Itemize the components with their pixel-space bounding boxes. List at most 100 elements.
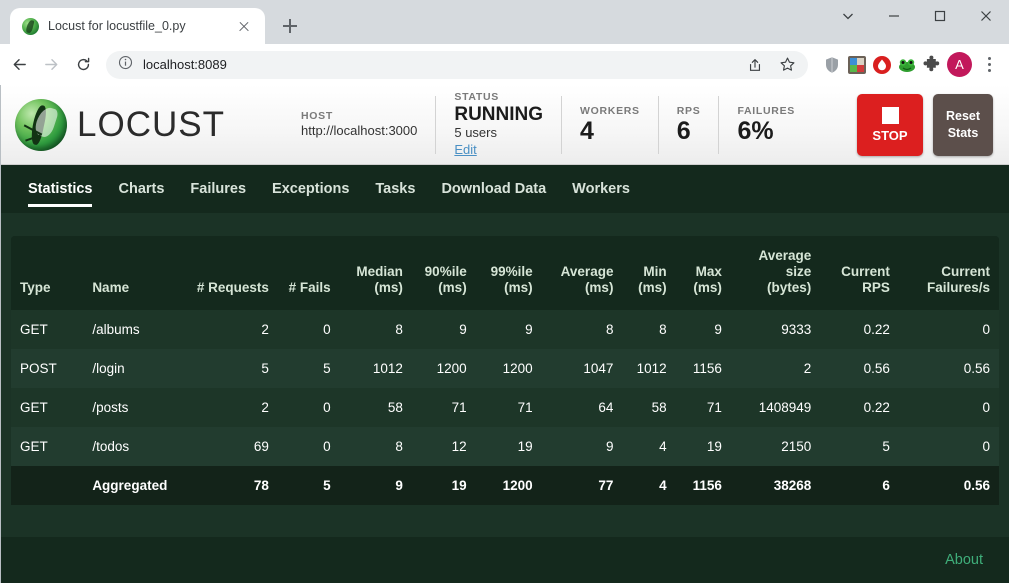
cell-type: GET — [20, 438, 48, 454]
cell-p99: 9 — [525, 321, 533, 337]
reset-label-line2: Stats — [947, 125, 979, 140]
site-info-icon[interactable] — [118, 55, 133, 75]
tab-exceptions[interactable]: Exceptions — [259, 165, 362, 213]
adblock-icon[interactable] — [872, 55, 892, 75]
forward-arrow-icon[interactable] — [36, 50, 66, 80]
address-bar[interactable]: localhost:8089 — [106, 50, 808, 80]
col-current-rps[interactable]: Current RPS — [820, 236, 899, 310]
kebab-menu-icon[interactable] — [977, 52, 1001, 78]
col-type[interactable]: Type — [11, 236, 84, 310]
cell-name: Aggregated — [92, 477, 168, 493]
stat-host-value: http://localhost:3000 — [301, 122, 418, 138]
tab-failures[interactable]: Failures — [177, 165, 259, 213]
stat-failures-label: FAILURES — [737, 104, 795, 117]
col-max[interactable]: Max (ms) — [675, 236, 731, 310]
tab-statistics-label: Statistics — [28, 181, 93, 197]
col-average[interactable]: Average (ms) — [541, 236, 623, 310]
stop-button[interactable]: STOP — [857, 93, 923, 156]
stat-workers-value: 4 — [580, 116, 594, 145]
cell-fails: 5 — [323, 477, 331, 493]
col-requests[interactable]: # Requests — [184, 236, 278, 310]
tab-failures-label: Failures — [190, 181, 247, 197]
cell-average: 8 — [605, 321, 614, 337]
reset-label-line1: Reset — [945, 108, 981, 123]
cell-median: 58 — [387, 399, 403, 415]
col-avg-size[interactable]: Average size (bytes) — [730, 236, 821, 310]
minimize-button[interactable] — [871, 0, 917, 32]
share-icon[interactable] — [740, 50, 770, 80]
col-p90[interactable]: 90%ile (ms) — [411, 236, 476, 310]
col-fails[interactable]: # Fails — [277, 236, 340, 310]
back-arrow-icon[interactable] — [4, 50, 34, 80]
shield-icon[interactable] — [822, 55, 842, 75]
tab-workers[interactable]: Workers — [559, 165, 643, 213]
col-name[interactable]: Name — [83, 236, 185, 310]
cell-p90: 19 — [451, 477, 467, 493]
cell-avg-size: 1408949 — [758, 399, 812, 415]
stat-failures-value: 6% — [737, 116, 774, 145]
new-tab-icon[interactable] — [275, 11, 305, 41]
cell-avg-size: 9333 — [781, 321, 812, 337]
tab-exceptions-label: Exceptions — [272, 181, 350, 197]
col-type-label: Type — [20, 279, 51, 295]
address-bar-url: localhost:8089 — [143, 57, 227, 72]
browser-toolbar: localhost:8089 A — [0, 44, 1009, 85]
cell-avg-size: 2150 — [781, 438, 812, 454]
tab-charts[interactable]: Charts — [105, 165, 177, 213]
tab-tasks[interactable]: Tasks — [362, 165, 428, 213]
locust-favicon-icon — [22, 17, 39, 35]
cell-name: /albums — [92, 321, 140, 337]
col-current-failures[interactable]: Current Failures/s — [898, 236, 999, 310]
edit-link[interactable]: Edit — [454, 142, 543, 159]
browser-tab[interactable]: Locust for locustfile_0.py — [10, 8, 265, 44]
reload-icon[interactable] — [68, 50, 98, 80]
table-row[interactable]: POST /login 5 5 1012 1200 1200 1047 1012… — [11, 348, 999, 388]
cell-median: 8 — [395, 438, 403, 454]
about-link[interactable]: About — [945, 552, 983, 568]
table-row[interactable]: GET /albums 2 0 8 9 9 8 8 9 9333 0.22 0 — [11, 309, 999, 349]
cell-current-failures: 0 — [982, 321, 990, 337]
col-requests-label: # Requests — [196, 279, 269, 295]
stat-status-label: STATUS — [454, 90, 500, 103]
reset-stats-button[interactable]: Reset Stats — [933, 93, 993, 156]
col-median[interactable]: Median (ms) — [339, 236, 412, 310]
extensions-area: A — [816, 52, 1001, 78]
tab-search-chevron-down-icon[interactable] — [825, 0, 871, 32]
col-p99[interactable]: 99%ile (ms) — [475, 236, 542, 310]
stat-rps-value: 6 — [676, 116, 691, 145]
tab-statistics[interactable]: Statistics — [15, 165, 105, 213]
close-button[interactable] — [963, 0, 1009, 32]
tab-close-icon[interactable] — [233, 15, 255, 37]
statistics-table: Type Name # Requests # Fails Median (ms) … — [11, 236, 999, 505]
tab-download-data-label: Download Data — [441, 181, 547, 197]
col-fails-label: # Fails — [288, 279, 331, 295]
cell-min: 58 — [651, 399, 667, 415]
page-footer: About — [1, 537, 1009, 583]
maximize-button[interactable] — [917, 0, 963, 32]
cell-p99: 1200 — [502, 477, 533, 493]
stat-status-users: 5 users — [454, 125, 497, 141]
table-row-aggregated[interactable]: Aggregated 78 5 9 19 1200 77 4 1156 3826… — [11, 465, 999, 505]
cell-average: 1047 — [583, 360, 614, 376]
col-min[interactable]: Min (ms) — [622, 236, 676, 310]
profile-avatar[interactable]: A — [947, 52, 972, 77]
tab-title: Locust for locustfile_0.py — [48, 19, 186, 33]
cell-p90: 1200 — [436, 360, 467, 376]
table-row[interactable]: GET /posts 2 0 58 71 71 64 58 71 1408949… — [11, 387, 999, 427]
table-row[interactable]: GET /todos 69 0 8 12 19 9 4 19 2150 5 0 — [11, 426, 999, 466]
window-controls — [825, 0, 1009, 44]
cell-requests: 2 — [261, 321, 269, 337]
frog-extension-icon[interactable] — [897, 55, 917, 75]
cell-type: GET — [20, 399, 48, 415]
puzzle-piece-icon[interactable] — [922, 55, 942, 75]
cell-p99: 71 — [517, 399, 533, 415]
cell-current-rps: 5 — [882, 438, 890, 454]
cell-type: POST — [20, 360, 57, 376]
cell-avg-size: 38268 — [773, 477, 812, 493]
colorful-extension-icon[interactable] — [847, 55, 867, 75]
star-icon[interactable] — [772, 50, 802, 80]
tab-download-data[interactable]: Download Data — [428, 165, 559, 213]
cell-median: 9 — [395, 477, 403, 493]
cell-avg-size: 2 — [803, 360, 812, 376]
cell-current-failures: 0.56 — [963, 477, 990, 493]
